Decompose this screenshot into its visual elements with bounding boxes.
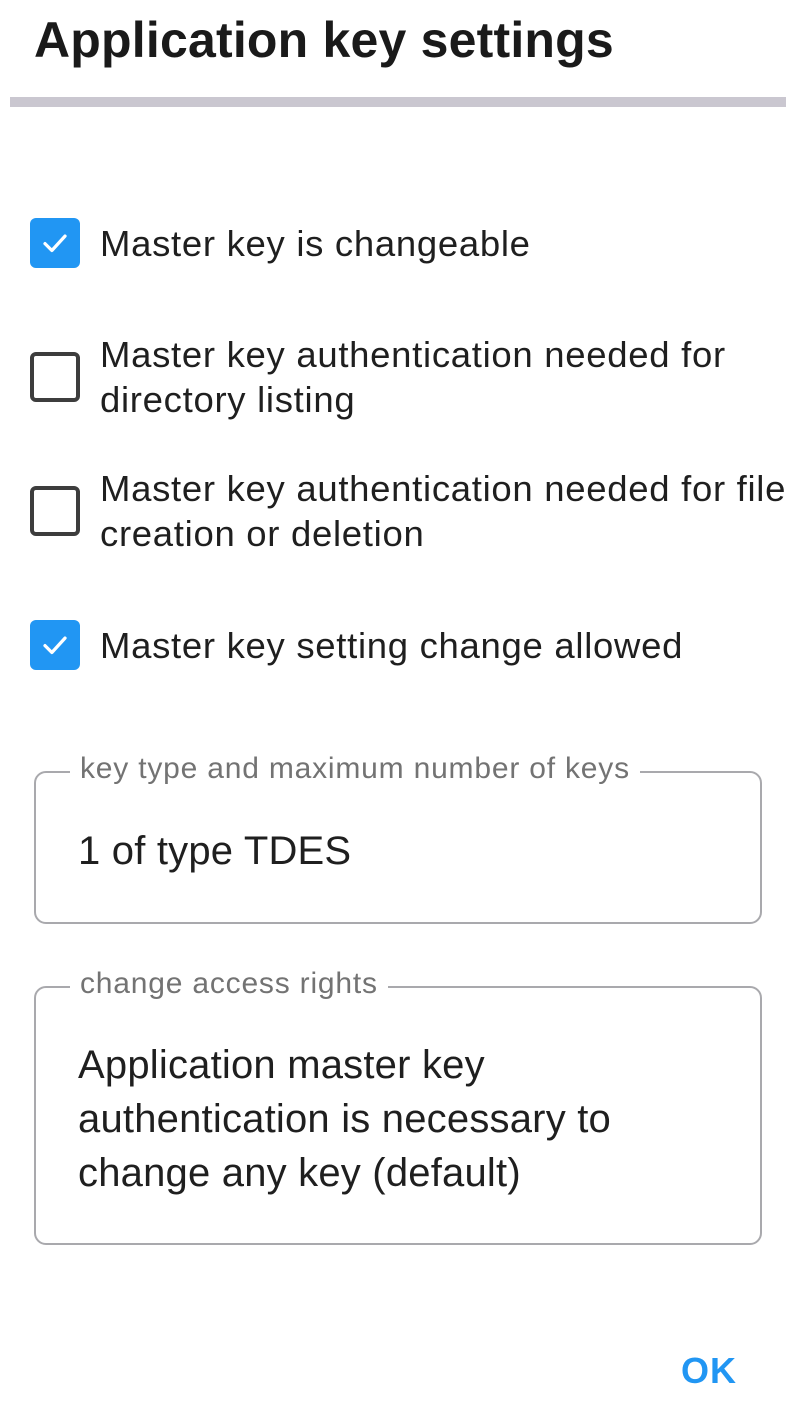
option-label: Master key authentication needed for fil… — [100, 468, 787, 554]
check-icon — [43, 636, 67, 655]
option-label: Master key setting change allowed — [100, 624, 684, 666]
key-type-value: 1 of type TDES — [78, 829, 352, 873]
access-rights-label: change access rights — [70, 964, 388, 1004]
checkbox-master-key-changeable[interactable] — [30, 218, 80, 268]
ok-button[interactable]: OK — [668, 1344, 750, 1398]
checkbox-auth-file-creation-deletion[interactable] — [30, 486, 80, 536]
checkbox-auth-directory-listing[interactable] — [30, 352, 80, 402]
access-rights-dropdown[interactable]: change access rights Application master … — [34, 964, 762, 1245]
checkbox-setting-change-allowed[interactable] — [30, 620, 80, 670]
option-label: Master key authentication needed for dir… — [100, 334, 726, 420]
option-auth-file-creation-deletion[interactable]: Master key authentication needed for fil… — [30, 466, 790, 556]
key-type-dropdown[interactable]: key type and maximum number of keys 1 of… — [34, 749, 762, 924]
option-auth-directory-listing[interactable]: Master key authentication needed for dir… — [30, 332, 790, 422]
title-divider — [10, 97, 786, 107]
check-icon — [43, 234, 67, 253]
option-master-key-changeable[interactable]: Master key is changeable — [30, 218, 790, 268]
access-rights-value: Application master key authentication is… — [78, 1043, 611, 1195]
key-type-label: key type and maximum number of keys — [70, 749, 640, 789]
option-label: Master key is changeable — [100, 222, 531, 264]
dialog-title: Application key settings — [34, 12, 614, 68]
option-setting-change-allowed[interactable]: Master key setting change allowed — [30, 620, 790, 670]
